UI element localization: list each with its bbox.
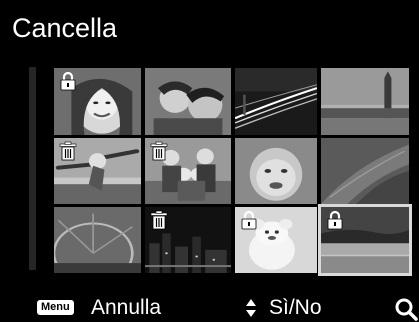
trash-badge [57,140,79,162]
thumbnail-ferris-wheel[interactable] [54,207,141,273]
magnifier-icon[interactable] [394,297,418,321]
thumbnail-girl-jumping[interactable] [54,138,141,204]
trash-icon [150,210,168,230]
photo-image [54,207,141,273]
thumbnail-beach-horizon[interactable] [318,204,412,276]
photo-image [321,138,409,204]
lock-badge [324,209,346,231]
photo-image [235,138,317,204]
lock-icon [327,210,343,230]
trash-icon [150,141,168,161]
lock-icon [60,71,76,91]
photo-image [145,68,231,135]
thumbnail-leaf-closeup[interactable] [321,138,409,204]
toggle-label: Sì/No [269,296,322,319]
page-title: Cancella [12,13,118,43]
lock-badge [238,209,260,231]
photo-image [321,68,409,135]
scrollbar[interactable] [29,67,36,270]
trash-badge [148,140,170,162]
up-down-arrows-icon [246,299,256,317]
trash-badge [148,209,170,231]
lock-badge [57,70,79,92]
thumbnail-night-city[interactable] [145,207,231,273]
thumbnail-couple-portrait[interactable] [145,68,231,135]
menu-key-icon[interactable]: Menu [37,300,74,315]
bottom-bar: Menu Annulla Sì/No [0,294,419,322]
thumbnail-teddy-bear[interactable] [235,207,317,273]
lock-icon [241,210,257,230]
thumbnail-baby-face[interactable] [235,138,317,204]
thumbnail-girl-portrait[interactable] [54,68,141,135]
thumbnail-night-highway[interactable] [235,68,317,135]
thumbnail-family-group[interactable] [145,138,231,204]
thumbnail-big-ben-skyline[interactable] [321,68,409,135]
trash-icon [59,141,77,161]
photo-image [235,68,317,135]
cancel-label: Annulla [91,296,162,319]
